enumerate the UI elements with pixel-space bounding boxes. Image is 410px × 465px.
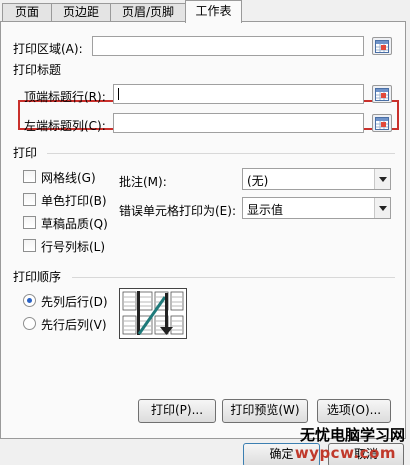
comments-select-value: (无) (247, 174, 269, 188)
print-area-range-button[interactable] (372, 37, 392, 55)
print-divider (47, 153, 395, 154)
print-heading: 打印 (13, 146, 38, 160)
print-preview-button[interactable]: 打印预览(W) (222, 399, 308, 423)
cell-errors-select[interactable]: 显示值 (242, 197, 391, 219)
tab-bar: 页面 页边距 页眉/页脚 工作表 (0, 0, 410, 23)
gridlines-label: 网格线(G) (41, 171, 96, 185)
print-area-label: 打印区域(A): (13, 42, 83, 56)
black-white-checkbox[interactable] (23, 193, 36, 206)
collapse-dialog-icon (375, 40, 389, 53)
collapse-dialog-icon (375, 117, 389, 130)
cell-errors-label: 错误单元格打印为(E): (119, 204, 236, 218)
tab-header-footer[interactable]: 页眉/页脚 (110, 3, 186, 22)
draft-quality-label: 草稿品质(Q) (41, 217, 108, 231)
page-order-heading: 打印顺序 (13, 270, 62, 284)
page-order-diagram-icon (119, 288, 187, 339)
chevron-down-icon[interactable] (374, 169, 390, 189)
top-rows-range-button[interactable] (372, 85, 392, 103)
watermark-url: wypcw.com (294, 444, 396, 462)
draft-quality-checkbox[interactable] (23, 216, 36, 229)
black-white-label: 单色打印(B) (41, 194, 107, 208)
comments-select[interactable]: (无) (242, 168, 391, 190)
over-then-down-radio[interactable] (23, 317, 36, 330)
tab-sheet[interactable]: 工作表 (185, 0, 242, 23)
text-caret (118, 88, 119, 100)
left-cols-range-button[interactable] (372, 114, 392, 132)
row-col-headings-checkbox[interactable] (23, 239, 36, 252)
watermark-title: 无忧电脑学习网 (299, 426, 405, 444)
chevron-down-icon[interactable] (374, 198, 390, 218)
print-titles-heading: 打印标题 (13, 63, 62, 77)
tab-margins[interactable]: 页边距 (51, 3, 111, 22)
left-cols-label: 左端标题列(C): (24, 119, 106, 133)
top-rows-field[interactable] (113, 84, 364, 104)
sheet-panel: 打印区域(A): 打印标题 顶端标题行(R): 左端标题列(C): 打印 网格线… (0, 21, 406, 439)
row-col-headings-label: 行号列标(L) (41, 240, 106, 254)
collapse-dialog-icon (375, 88, 389, 101)
tab-page[interactable]: 页面 (2, 3, 52, 22)
top-rows-label: 顶端标题行(R): (24, 90, 106, 104)
options-button[interactable]: 选项(O)... (317, 399, 391, 423)
gridlines-checkbox[interactable] (23, 170, 36, 183)
print-area-field[interactable] (92, 36, 364, 56)
comments-label: 批注(M): (119, 175, 167, 189)
over-then-down-label: 先行后列(V) (41, 318, 107, 332)
down-then-over-label: 先列后行(D) (41, 295, 108, 309)
page-order-divider (72, 277, 395, 278)
cell-errors-select-value: 显示值 (247, 203, 284, 217)
down-then-over-radio[interactable] (23, 294, 36, 307)
left-cols-field[interactable] (113, 113, 364, 133)
print-button[interactable]: 打印(P)... (138, 399, 216, 423)
